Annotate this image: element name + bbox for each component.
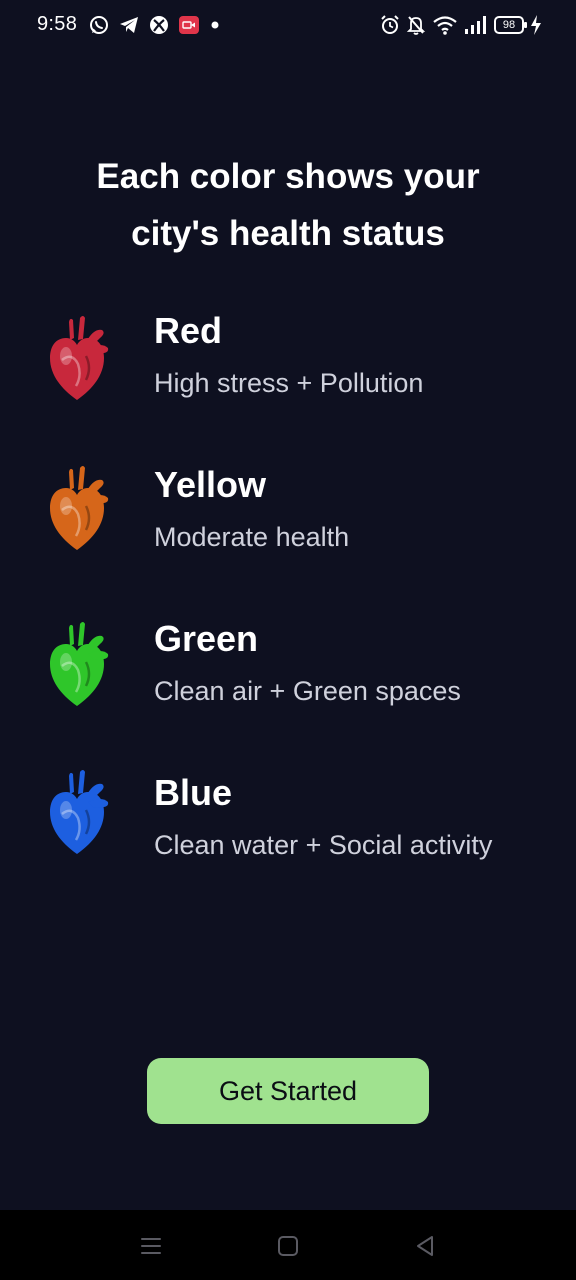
wifi-icon [433, 16, 457, 35]
red-heart-icon [42, 312, 112, 402]
color-item-blue: Blue Clean water + Social activity [0, 770, 576, 890]
color-item-yellow: Yellow Moderate health [0, 462, 576, 582]
home-icon[interactable] [274, 1232, 302, 1260]
mute-icon [406, 16, 426, 35]
color-item-name: Red [154, 310, 223, 351]
color-item-name: Blue [154, 772, 233, 813]
color-item-description: Clean air + Green spaces [154, 676, 461, 706]
status-time: 9:58 [37, 13, 78, 35]
color-item-name: Green [154, 618, 259, 659]
system-nav-bar [0, 1210, 576, 1280]
page-title: Each color shows your city's health stat… [0, 148, 576, 262]
whatsapp-icon [90, 16, 108, 34]
orange-heart-icon [42, 462, 112, 552]
alarm-icon [381, 15, 399, 34]
color-item-name: Yellow [154, 464, 267, 505]
telegram-icon [120, 17, 138, 33]
charging-icon [531, 15, 541, 35]
recent-apps-icon[interactable] [137, 1232, 165, 1260]
signal-icon [465, 16, 486, 34]
back-icon[interactable] [411, 1232, 439, 1260]
status-right-icons: 98 [380, 14, 542, 36]
color-item-description: High stress + Pollution [154, 368, 424, 398]
color-item-description: Moderate health [154, 522, 350, 552]
xbox-icon [150, 16, 168, 34]
screen-record-icon [179, 16, 199, 34]
page-title-line-2: city's health status [131, 214, 445, 253]
color-item-red: Red High stress + Pollution [0, 308, 576, 428]
page-title-line-1: Each color shows your [96, 157, 480, 196]
notification-dot-icon [211, 21, 219, 29]
green-heart-icon [42, 618, 112, 708]
status-bar: 9:58 98 [0, 0, 576, 52]
color-item-green: Green Clean air + Green spaces [0, 616, 576, 736]
battery-icon: 98 [494, 16, 527, 34]
color-item-description: Clean water + Social activity [154, 830, 493, 860]
battery-level: 98 [502, 18, 516, 31]
get-started-button[interactable]: Get Started [147, 1058, 429, 1124]
status-left-icons [88, 14, 222, 36]
blue-heart-icon [42, 766, 112, 856]
